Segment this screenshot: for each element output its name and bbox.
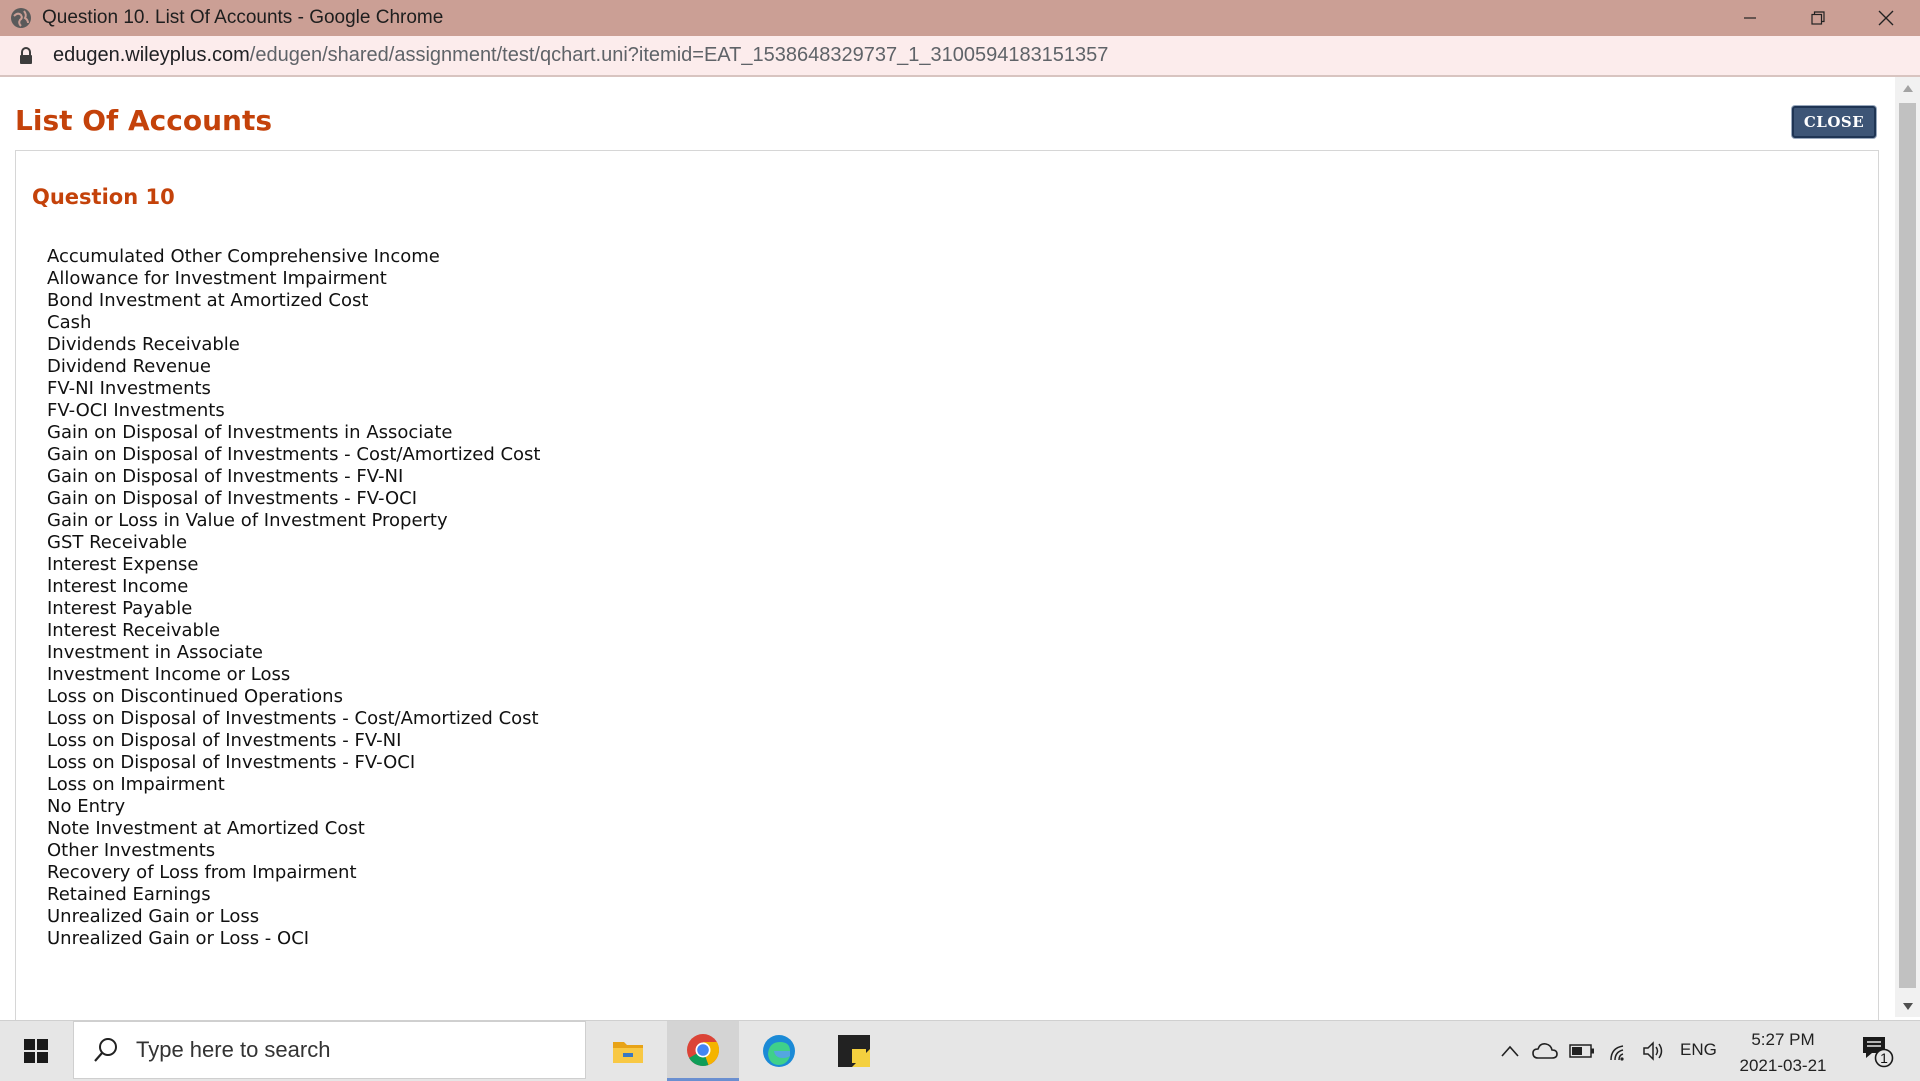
list-item: FV-NI Investments: [47, 378, 211, 399]
window-title: Question 10. List Of Accounts - Google C…: [42, 7, 444, 28]
list-item: Gain on Disposal of Investments in Assoc…: [47, 422, 453, 443]
clock-date: 2021-03-21: [1739, 1056, 1827, 1075]
clock-time: 5:27 PM: [1751, 1030, 1815, 1049]
list-item: Dividends Receivable: [47, 334, 240, 355]
scroll-thumb[interactable]: [1899, 103, 1916, 988]
window-titlebar: Question 10. List Of Accounts - Google C…: [0, 0, 1920, 36]
vertical-scrollbar[interactable]: [1895, 77, 1920, 1017]
scroll-up-arrow[interactable]: [1895, 79, 1920, 97]
list-item: Other Investments: [47, 840, 216, 861]
caret-down-icon: [1902, 1002, 1913, 1010]
list-item: Interest Expense: [47, 554, 199, 575]
edge-icon: [763, 1035, 795, 1067]
list-item: Recovery of Loss from Impairment: [47, 862, 357, 883]
chevron-up-icon: [1501, 1045, 1519, 1057]
scroll-down-arrow[interactable]: [1895, 997, 1920, 1015]
list-item: Loss on Discontinued Operations: [47, 686, 343, 707]
list-item: Interest Payable: [47, 598, 193, 619]
list-item: Gain on Disposal of Investments - Cost/A…: [47, 444, 541, 465]
question-panel: Question 10 Accumulated Other Comprehens…: [15, 150, 1879, 1054]
list-item: Accumulated Other Comprehensive Income: [47, 246, 440, 267]
taskbar: ENG 5:27 PM 2021-03-21 1: [0, 1020, 1920, 1081]
list-item: Loss on Disposal of Investments - Cost/A…: [47, 708, 539, 729]
notification-count: 1: [1880, 1050, 1888, 1066]
caret-up-icon: [1902, 84, 1913, 92]
accounts-list: Accumulated Other Comprehensive Income Al…: [47, 246, 541, 950]
battery-icon: [1569, 1044, 1594, 1058]
list-item: Allowance for Investment Impairment: [47, 268, 387, 289]
taskbar-file-explorer[interactable]: [592, 1021, 664, 1081]
list-item: Loss on Disposal of Investments - FV-OCI: [47, 752, 416, 773]
list-item: Interest Receivable: [47, 620, 221, 641]
show-hidden-icons-button[interactable]: [1496, 1037, 1524, 1065]
action-center-button[interactable]: 1: [1852, 1029, 1902, 1073]
taskbar-search[interactable]: [73, 1021, 586, 1079]
page-content: List Of Accounts CLOSE Question 10 Accum…: [0, 77, 1895, 1054]
window-close-button[interactable]: [1852, 0, 1920, 36]
start-button[interactable]: [0, 1021, 72, 1081]
input-language[interactable]: ENG: [1680, 1040, 1717, 1060]
list-item: GST Receivable: [47, 532, 188, 553]
minimize-icon: [1744, 17, 1756, 19]
list-item: Investment in Associate: [47, 642, 263, 663]
close-button[interactable]: CLOSE: [1792, 106, 1876, 138]
cloud-icon: [1532, 1043, 1558, 1059]
url-text[interactable]: edugen.wileyplus.com/edugen/shared/assig…: [53, 44, 1108, 67]
url-host: edugen.wileyplus.com: [53, 44, 250, 66]
list-item: Loss on Impairment: [47, 774, 225, 795]
chrome-icon: [687, 1033, 720, 1066]
address-bar[interactable]: edugen.wileyplus.com/edugen/shared/assig…: [0, 36, 1920, 77]
search-input[interactable]: [134, 1036, 558, 1064]
list-item: Unrealized Gain or Loss - OCI: [47, 928, 310, 949]
list-item: No Entry: [47, 796, 126, 817]
list-item: Interest Income: [47, 576, 189, 597]
speaker-icon: [1643, 1041, 1663, 1061]
taskbar-sticky-notes[interactable]: [818, 1021, 890, 1081]
taskbar-chrome[interactable]: [667, 1021, 739, 1081]
list-item: Gain on Disposal of Investments - FV-OCI: [47, 488, 418, 509]
volume-button[interactable]: [1640, 1037, 1668, 1065]
minimize-button[interactable]: [1716, 0, 1784, 36]
battery-button[interactable]: [1568, 1037, 1596, 1065]
onedrive-button[interactable]: [1531, 1037, 1559, 1065]
list-item: Note Investment at Amortized Cost: [47, 818, 365, 839]
search-icon: [92, 1036, 120, 1064]
taskbar-edge[interactable]: [743, 1021, 815, 1081]
list-item: Dividend Revenue: [47, 356, 211, 377]
restore-button[interactable]: [1784, 0, 1852, 36]
url-path: /edugen/shared/assignment/test/qchart.un…: [249, 44, 1109, 66]
list-item: Gain or Loss in Value of Investment Prop…: [47, 510, 448, 531]
question-heading: Question 10: [32, 185, 175, 209]
window-controls: [1716, 0, 1920, 36]
list-item: Cash: [47, 312, 92, 333]
list-item: Loss on Disposal of Investments - FV-NI: [47, 730, 402, 751]
folder-icon: [613, 1042, 643, 1063]
lock-icon: [19, 46, 35, 66]
list-item: Unrealized Gain or Loss: [47, 906, 260, 927]
page-title: List Of Accounts: [15, 104, 272, 137]
windows-logo-icon: [24, 1039, 48, 1063]
wifi-icon: [1610, 1045, 1624, 1061]
globe-icon: [10, 7, 32, 29]
list-item: Investment Income or Loss: [47, 664, 291, 685]
list-item: Retained Earnings: [47, 884, 211, 905]
sticky-notes-icon: [838, 1035, 870, 1067]
list-item: FV-OCI Investments: [47, 400, 225, 421]
close-icon: [1878, 10, 1894, 26]
restore-icon: [1811, 11, 1825, 25]
list-item: Bond Investment at Amortized Cost: [47, 290, 369, 311]
list-item: Gain on Disposal of Investments - FV-NI: [47, 466, 404, 487]
taskbar-clock[interactable]: 5:27 PM 2021-03-21: [1728, 1027, 1838, 1079]
network-button[interactable]: [1606, 1037, 1634, 1065]
